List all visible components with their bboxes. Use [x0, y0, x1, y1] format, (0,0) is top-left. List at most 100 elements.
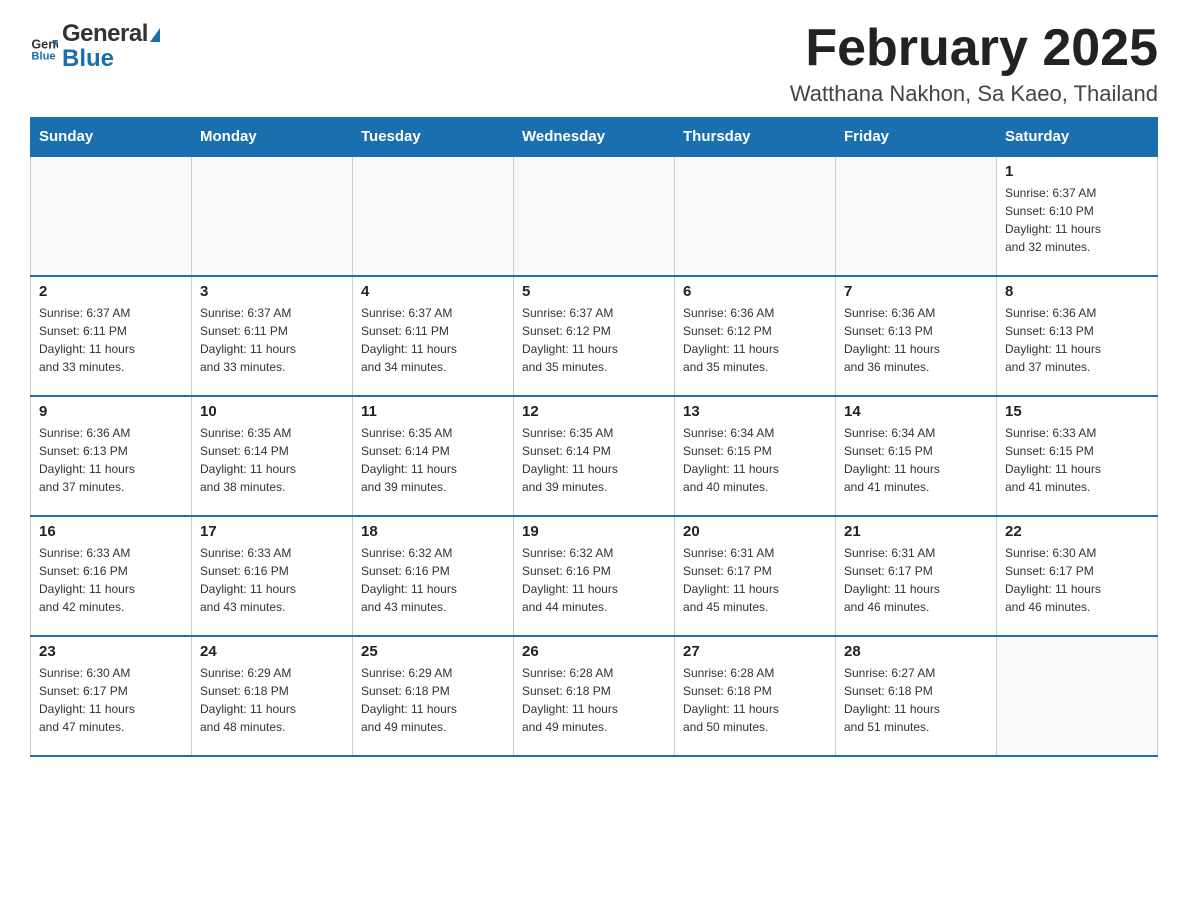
calendar-cell: 15 Sunrise: 6:33 AMSunset: 6:15 PMDayligh…: [997, 396, 1158, 516]
day-number: 18: [361, 523, 505, 540]
weekday-header-saturday: Saturday: [997, 118, 1158, 157]
day-number: 11: [361, 403, 505, 420]
day-number: 14: [844, 403, 988, 420]
day-info: Sunrise: 6:28 AMSunset: 6:18 PMDaylight:…: [683, 664, 827, 736]
day-number: 10: [200, 403, 344, 420]
day-number: 16: [39, 523, 183, 540]
calendar-cell: [997, 636, 1158, 756]
svg-text:Blue: Blue: [31, 50, 55, 60]
weekday-header-thursday: Thursday: [675, 118, 836, 157]
weekday-header-tuesday: Tuesday: [353, 118, 514, 157]
calendar-week-row: 9 Sunrise: 6:36 AMSunset: 6:13 PMDaylight…: [31, 396, 1158, 516]
calendar-cell: 17 Sunrise: 6:33 AMSunset: 6:16 PMDayligh…: [192, 516, 353, 636]
calendar-cell: 11 Sunrise: 6:35 AMSunset: 6:14 PMDayligh…: [353, 396, 514, 516]
day-info: Sunrise: 6:31 AMSunset: 6:17 PMDaylight:…: [683, 544, 827, 616]
day-info: Sunrise: 6:32 AMSunset: 6:16 PMDaylight:…: [361, 544, 505, 616]
calendar-cell: 4 Sunrise: 6:37 AMSunset: 6:11 PMDaylight…: [353, 276, 514, 396]
weekday-header-monday: Monday: [192, 118, 353, 157]
weekday-header-wednesday: Wednesday: [514, 118, 675, 157]
day-info: Sunrise: 6:37 AMSunset: 6:12 PMDaylight:…: [522, 304, 666, 376]
day-info: Sunrise: 6:31 AMSunset: 6:17 PMDaylight:…: [844, 544, 988, 616]
day-number: 19: [522, 523, 666, 540]
weekday-header-row: SundayMondayTuesdayWednesdayThursdayFrid…: [31, 118, 1158, 157]
day-info: Sunrise: 6:27 AMSunset: 6:18 PMDaylight:…: [844, 664, 988, 736]
day-number: 27: [683, 643, 827, 660]
day-number: 5: [522, 283, 666, 300]
month-title: February 2025: [790, 20, 1158, 77]
calendar-week-row: 16 Sunrise: 6:33 AMSunset: 6:16 PMDayligh…: [31, 516, 1158, 636]
weekday-header-sunday: Sunday: [31, 118, 192, 157]
calendar-cell: 5 Sunrise: 6:37 AMSunset: 6:12 PMDaylight…: [514, 276, 675, 396]
day-info: Sunrise: 6:36 AMSunset: 6:12 PMDaylight:…: [683, 304, 827, 376]
calendar-cell: 22 Sunrise: 6:30 AMSunset: 6:17 PMDayligh…: [997, 516, 1158, 636]
day-info: Sunrise: 6:35 AMSunset: 6:14 PMDaylight:…: [361, 424, 505, 496]
calendar-week-row: 2 Sunrise: 6:37 AMSunset: 6:11 PMDaylight…: [31, 276, 1158, 396]
calendar-cell: 19Sunrise: 6:32 AMSunset: 6:16 PMDayligh…: [514, 516, 675, 636]
day-info: Sunrise: 6:37 AMSunset: 6:11 PMDaylight:…: [361, 304, 505, 376]
day-info: Sunrise: 6:36 AMSunset: 6:13 PMDaylight:…: [844, 304, 988, 376]
calendar-cell: [192, 156, 353, 276]
calendar-cell: 28Sunrise: 6:27 AMSunset: 6:18 PMDayligh…: [836, 636, 997, 756]
day-number: 9: [39, 403, 183, 420]
day-info: Sunrise: 6:34 AMSunset: 6:15 PMDaylight:…: [844, 424, 988, 496]
calendar-cell: 1Sunrise: 6:37 AMSunset: 6:10 PMDaylight…: [997, 156, 1158, 276]
day-info: Sunrise: 6:29 AMSunset: 6:18 PMDaylight:…: [361, 664, 505, 736]
calendar-cell: 3 Sunrise: 6:37 AMSunset: 6:11 PMDaylight…: [192, 276, 353, 396]
day-info: Sunrise: 6:35 AMSunset: 6:14 PMDaylight:…: [200, 424, 344, 496]
weekday-header-friday: Friday: [836, 118, 997, 157]
calendar-table: SundayMondayTuesdayWednesdayThursdayFrid…: [30, 117, 1158, 757]
day-number: 22: [1005, 523, 1149, 540]
calendar-cell: 20 Sunrise: 6:31 AMSunset: 6:17 PMDayligh…: [675, 516, 836, 636]
day-number: 15: [1005, 403, 1149, 420]
day-number: 4: [361, 283, 505, 300]
day-number: 24: [200, 643, 344, 660]
day-number: 7: [844, 283, 988, 300]
calendar-cell: [675, 156, 836, 276]
calendar-cell: 14 Sunrise: 6:34 AMSunset: 6:15 PMDayligh…: [836, 396, 997, 516]
day-number: 23: [39, 643, 183, 660]
location-title: Watthana Nakhon, Sa Kaeo, Thailand: [790, 81, 1158, 107]
day-info: Sunrise: 6:33 AMSunset: 6:16 PMDaylight:…: [39, 544, 183, 616]
page-header: General Blue General Blue February 2025 …: [30, 20, 1158, 107]
calendar-cell: 8Sunrise: 6:36 AMSunset: 6:13 PMDaylight…: [997, 276, 1158, 396]
calendar-cell: [353, 156, 514, 276]
calendar-cell: 18 Sunrise: 6:32 AMSunset: 6:16 PMDayligh…: [353, 516, 514, 636]
day-info: Sunrise: 6:37 AMSunset: 6:11 PMDaylight:…: [39, 304, 183, 376]
day-info: Sunrise: 6:33 AMSunset: 6:16 PMDaylight:…: [200, 544, 344, 616]
calendar-cell: 23 Sunrise: 6:30 AMSunset: 6:17 PMDayligh…: [31, 636, 192, 756]
day-info: Sunrise: 6:28 AMSunset: 6:18 PMDaylight:…: [522, 664, 666, 736]
calendar-cell: [31, 156, 192, 276]
day-number: 25: [361, 643, 505, 660]
calendar-cell: 9 Sunrise: 6:36 AMSunset: 6:13 PMDaylight…: [31, 396, 192, 516]
day-info: Sunrise: 6:33 AMSunset: 6:15 PMDaylight:…: [1005, 424, 1149, 496]
day-number: 3: [200, 283, 344, 300]
day-number: 6: [683, 283, 827, 300]
calendar-cell: 12Sunrise: 6:35 AMSunset: 6:14 PMDayligh…: [514, 396, 675, 516]
day-number: 21: [844, 523, 988, 540]
day-number: 20: [683, 523, 827, 540]
calendar-cell: 27 Sunrise: 6:28 AMSunset: 6:18 PMDayligh…: [675, 636, 836, 756]
calendar-cell: 21 Sunrise: 6:31 AMSunset: 6:17 PMDayligh…: [836, 516, 997, 636]
calendar-cell: 2 Sunrise: 6:37 AMSunset: 6:11 PMDaylight…: [31, 276, 192, 396]
day-info: Sunrise: 6:37 AMSunset: 6:11 PMDaylight:…: [200, 304, 344, 376]
calendar-cell: 10 Sunrise: 6:35 AMSunset: 6:14 PMDayligh…: [192, 396, 353, 516]
day-number: 12: [522, 403, 666, 420]
calendar-week-row: 1Sunrise: 6:37 AMSunset: 6:10 PMDaylight…: [31, 156, 1158, 276]
calendar-cell: 16 Sunrise: 6:33 AMSunset: 6:16 PMDayligh…: [31, 516, 192, 636]
calendar-cell: 13Sunrise: 6:34 AMSunset: 6:15 PMDayligh…: [675, 396, 836, 516]
day-info: Sunrise: 6:29 AMSunset: 6:18 PMDaylight:…: [200, 664, 344, 736]
day-info: Sunrise: 6:30 AMSunset: 6:17 PMDaylight:…: [1005, 544, 1149, 616]
day-info: Sunrise: 6:36 AMSunset: 6:13 PMDaylight:…: [1005, 304, 1149, 376]
day-info: Sunrise: 6:34 AMSunset: 6:15 PMDaylight:…: [683, 424, 827, 496]
day-number: 1: [1005, 163, 1149, 180]
logo: General Blue General Blue: [30, 20, 160, 74]
day-number: 2: [39, 283, 183, 300]
day-number: 17: [200, 523, 344, 540]
title-block: February 2025 Watthana Nakhon, Sa Kaeo, …: [790, 20, 1158, 107]
day-info: Sunrise: 6:30 AMSunset: 6:17 PMDaylight:…: [39, 664, 183, 736]
calendar-cell: 6 Sunrise: 6:36 AMSunset: 6:12 PMDaylight…: [675, 276, 836, 396]
day-info: Sunrise: 6:36 AMSunset: 6:13 PMDaylight:…: [39, 424, 183, 496]
logo-icon: General Blue: [30, 33, 58, 61]
svg-text:General: General: [31, 37, 58, 51]
day-number: 26: [522, 643, 666, 660]
